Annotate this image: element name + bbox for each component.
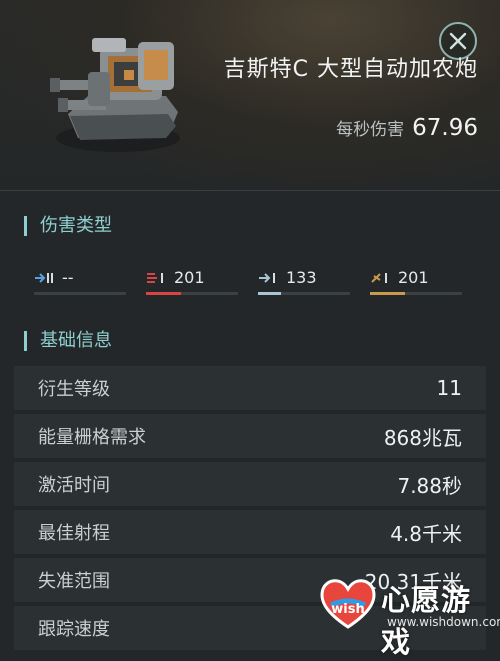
damage-bar-thermal — [146, 292, 238, 295]
section-title-basic-info: 基础信息 — [24, 331, 112, 351]
wish-logo-icon: wish — [320, 579, 376, 629]
close-button[interactable] — [439, 22, 477, 60]
info-key: 衍生等级 — [38, 379, 110, 400]
watermark-url: www.wishdown.com — [387, 615, 500, 629]
info-value: 11 — [436, 376, 462, 400]
info-row-optimal-range: 最佳射程 4.8千米 — [14, 510, 486, 554]
info-key: 跟踪速度 — [38, 619, 110, 640]
wish-logo-text: wish — [331, 602, 364, 617]
info-key: 能量栅格需求 — [38, 427, 146, 448]
damage-value-thermal: 201 — [174, 268, 205, 287]
dps-row: 每秒伤害 67.96 — [336, 115, 478, 141]
watermark: wish 心愿游戏 www.wishdown.com — [313, 573, 500, 659]
kinetic-damage-icon — [259, 273, 275, 283]
explosive-damage-icon — [371, 273, 387, 283]
damage-value-explosive: 201 — [398, 268, 429, 287]
damage-type-kinetic: 133 — [258, 266, 350, 298]
damage-bar-fill — [370, 292, 405, 295]
damage-type-em: -- — [34, 266, 126, 298]
turret-icon — [50, 38, 180, 152]
thermal-damage-icon — [147, 273, 163, 283]
info-row-meta-level: 衍生等级 11 — [14, 366, 486, 410]
dps-label: 每秒伤害 — [336, 120, 405, 140]
close-icon — [449, 32, 467, 50]
damage-bar-kinetic — [258, 292, 350, 295]
info-key: 失准范围 — [38, 571, 110, 592]
damage-bar-explosive — [370, 292, 462, 295]
info-key: 激活时间 — [38, 475, 110, 496]
damage-bar-fill — [258, 292, 281, 295]
damage-value-em: -- — [62, 268, 74, 287]
header-divider — [0, 190, 500, 191]
damage-bar-em — [34, 292, 126, 295]
info-row-activation-time: 激活时间 7.88秒 — [14, 462, 486, 506]
damage-bar-fill — [146, 292, 181, 295]
damage-types: -- 201 133 201 — [34, 266, 474, 298]
info-value: 7.88秒 — [397, 473, 462, 498]
em-damage-icon — [35, 273, 53, 283]
damage-type-thermal: 201 — [146, 266, 238, 298]
item-name: 吉斯特C 大型自动加农炮 — [223, 57, 478, 82]
damage-value-kinetic: 133 — [286, 268, 317, 287]
section-title-damage: 伤害类型 — [24, 216, 112, 236]
info-value: 4.8千米 — [390, 521, 462, 546]
info-row-powergrid: 能量栅格需求 868兆瓦 — [14, 414, 486, 458]
info-key: 最佳射程 — [38, 523, 110, 544]
damage-type-explosive: 201 — [370, 266, 462, 298]
dps-value: 67.96 — [412, 115, 478, 141]
info-value: 868兆瓦 — [383, 425, 462, 450]
